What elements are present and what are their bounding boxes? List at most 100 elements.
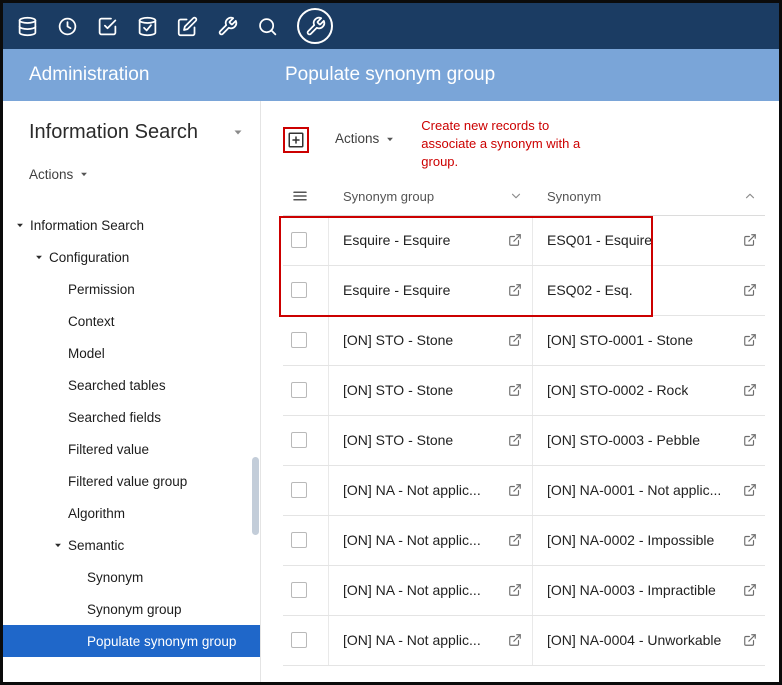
synonym-group-cell: Esquire - Esquire [329, 216, 533, 265]
check-square-icon[interactable] [95, 14, 119, 38]
external-link-icon[interactable] [508, 283, 522, 297]
synonym-value: [ON] STO-0003 - Pebble [547, 432, 700, 448]
synonym-group-cell: [ON] STO - Stone [329, 316, 533, 365]
caret-down-icon[interactable] [53, 540, 68, 550]
wrench-icon[interactable] [215, 14, 239, 38]
sidebar-item-filtered-value-group[interactable]: Filtered value group [3, 465, 260, 497]
tree-item-label: Searched fields [68, 410, 161, 425]
tree-item-label: Populate synonym group [87, 634, 236, 649]
synonym-group-cell: [ON] STO - Stone [329, 366, 533, 415]
sidebar-title: Information Search [29, 121, 198, 144]
main-panel: Actions Create new records to associate … [261, 101, 779, 682]
row-checkbox-cell [283, 566, 329, 615]
edit-check-icon[interactable] [175, 14, 199, 38]
row-checkbox-cell [283, 266, 329, 315]
table-menu-button[interactable] [283, 187, 329, 205]
main-actions-menu[interactable]: Actions [335, 131, 395, 146]
external-link-icon[interactable] [743, 333, 757, 347]
active-wrench-icon[interactable] [297, 8, 333, 44]
synonym-value: [ON] NA-0003 - Impractible [547, 582, 716, 598]
external-link-icon[interactable] [508, 583, 522, 597]
clock-icon[interactable] [55, 14, 79, 38]
sidebar-item-synonym[interactable]: Synonym [3, 561, 260, 593]
tree-item-label: Filtered value group [68, 474, 187, 489]
synonym-group-cell: [ON] NA - Not applic... [329, 566, 533, 615]
external-link-icon[interactable] [743, 633, 757, 647]
synonym-cell: [ON] NA-0001 - Not applic... [533, 466, 765, 515]
page-title: Populate synonym group [261, 64, 495, 86]
plus-icon [287, 131, 305, 149]
external-link-icon[interactable] [508, 483, 522, 497]
database-icon[interactable] [15, 14, 39, 38]
row-checkbox[interactable] [291, 332, 307, 348]
tree-item-label: Synonym group [87, 602, 182, 617]
synonym-group-cell: Esquire - Esquire [329, 266, 533, 315]
sort-descending-icon[interactable] [509, 189, 523, 203]
sidebar-item-permission[interactable]: Permission [3, 273, 260, 305]
row-checkbox-cell [283, 316, 329, 365]
row-checkbox[interactable] [291, 532, 307, 548]
external-link-icon[interactable] [508, 433, 522, 447]
tree-item-label: Information Search [30, 218, 144, 233]
new-record-button[interactable] [287, 131, 305, 149]
sidebar-item-semantic[interactable]: Semantic [3, 529, 260, 561]
external-link-icon[interactable] [508, 233, 522, 247]
actions-label: Actions [335, 131, 379, 146]
external-link-icon[interactable] [743, 483, 757, 497]
sidebar-item-populate-synonym-group[interactable]: Populate synonym group [3, 625, 260, 657]
synonym-cell: [ON] STO-0002 - Rock [533, 366, 765, 415]
table-row: [ON] NA - Not applic... [ON] NA-0003 - Im… [283, 566, 765, 616]
external-link-icon[interactable] [743, 433, 757, 447]
sidebar-item-filtered-value[interactable]: Filtered value [3, 433, 260, 465]
synonym-cell: ESQ02 - Esq. [533, 266, 765, 315]
sidebar-actions-menu[interactable]: Actions [3, 165, 260, 183]
external-link-icon[interactable] [508, 633, 522, 647]
column-header-synonym-group[interactable]: Synonym group [329, 189, 533, 204]
external-link-icon[interactable] [508, 333, 522, 347]
sidebar-item-context[interactable]: Context [3, 305, 260, 337]
sidebar-item-model[interactable]: Model [3, 337, 260, 369]
actions-label: Actions [29, 167, 73, 182]
external-link-icon[interactable] [743, 533, 757, 547]
synonym-cell: [ON] STO-0001 - Stone [533, 316, 765, 365]
column-header-synonym[interactable]: Synonym [533, 189, 765, 204]
synonym-group-value: Esquire - Esquire [343, 232, 450, 248]
row-checkbox[interactable] [291, 382, 307, 398]
search-icon[interactable] [255, 14, 279, 38]
synonym-group-cell: [ON] NA - Not applic... [329, 516, 533, 565]
annotation-text: Create new records to associate a synony… [421, 117, 580, 172]
synonym-group-value: [ON] NA - Not applic... [343, 482, 481, 498]
external-link-icon[interactable] [508, 383, 522, 397]
sidebar-item-information-search[interactable]: Information Search [3, 209, 260, 241]
external-link-icon[interactable] [743, 383, 757, 397]
sort-ascending-icon[interactable] [743, 189, 757, 203]
row-checkbox[interactable] [291, 432, 307, 448]
synonym-group-value: [ON] STO - Stone [343, 332, 453, 348]
row-checkbox[interactable] [291, 632, 307, 648]
sidebar-item-synonym-group[interactable]: Synonym group [3, 593, 260, 625]
row-checkbox[interactable] [291, 582, 307, 598]
table-row: [ON] NA - Not applic...[ON] NA-0004 - Un… [283, 616, 765, 666]
row-checkbox-cell [283, 216, 329, 265]
caret-down-icon [79, 169, 89, 179]
sidebar-item-searched-tables[interactable]: Searched tables [3, 369, 260, 401]
chevron-down-icon[interactable] [232, 126, 244, 138]
caret-down-icon[interactable] [34, 252, 49, 262]
external-link-icon[interactable] [743, 583, 757, 597]
row-checkbox[interactable] [291, 232, 307, 248]
external-link-icon[interactable] [743, 233, 757, 247]
caret-down-icon[interactable] [15, 220, 30, 230]
row-checkbox[interactable] [291, 482, 307, 498]
synonym-group-value: [ON] STO - Stone [343, 382, 453, 398]
sidebar-item-configuration[interactable]: Configuration [3, 241, 260, 273]
synonym-value: [ON] STO-0001 - Stone [547, 332, 693, 348]
sidebar-item-searched-fields[interactable]: Searched fields [3, 401, 260, 433]
database-check-icon[interactable] [135, 14, 159, 38]
table-row: [ON] STO - Stone [ON] STO-0001 - Stone [283, 316, 765, 366]
sidebar-scrollbar[interactable] [252, 457, 259, 535]
sidebar-item-algorithm[interactable]: Algorithm [3, 497, 260, 529]
external-link-icon[interactable] [508, 533, 522, 547]
tree-item-label: Permission [68, 282, 135, 297]
row-checkbox[interactable] [291, 282, 307, 298]
external-link-icon[interactable] [743, 283, 757, 297]
